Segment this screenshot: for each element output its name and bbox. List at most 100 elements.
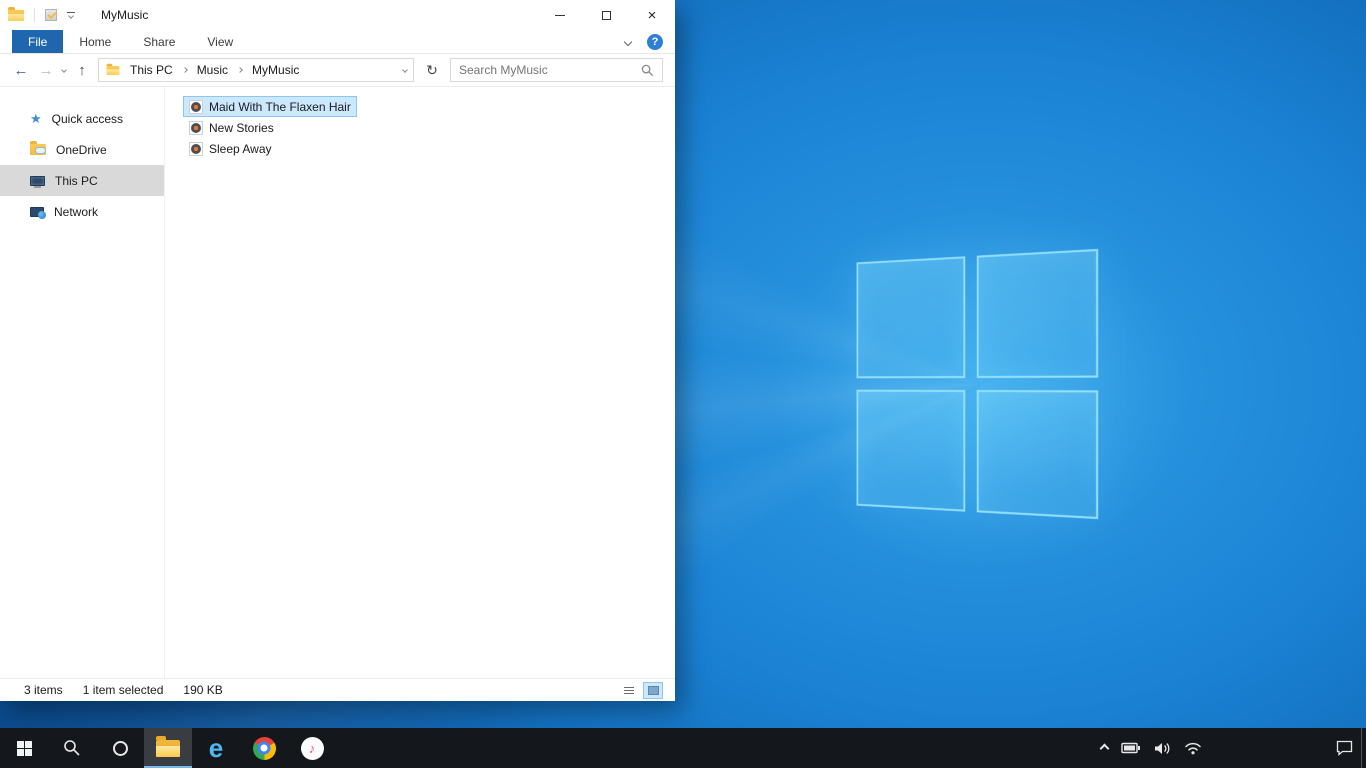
icons-view-icon [647, 685, 659, 695]
itunes-icon: ♪ [300, 736, 324, 760]
windows-logo-pane [976, 248, 1099, 378]
audio-file-icon [189, 120, 203, 135]
file-name: Maid With The Flaxen Hair [209, 99, 351, 114]
sidebar-item-label: OneDrive [56, 142, 107, 157]
toolbar-separator [34, 8, 35, 22]
back-button[interactable]: ← [12, 63, 30, 78]
window-title: MyMusic [101, 8, 149, 22]
network-wifi-icon[interactable] [1184, 742, 1202, 755]
action-center-icon[interactable] [1336, 740, 1353, 756]
close-icon: × [647, 6, 657, 24]
status-bar: 3 items 1 item selected 190 KB [0, 678, 675, 701]
taskbar-chrome-button[interactable] [240, 728, 288, 768]
sidebar-item-quick-access[interactable]: ★ Quick access [0, 103, 164, 134]
onedrive-icon [30, 141, 46, 155]
tab-file[interactable]: File [12, 30, 64, 53]
up-button[interactable]: ↑ [73, 63, 91, 78]
address-folder-icon [106, 63, 120, 75]
minimize-ribbon-chevron-icon[interactable] [623, 37, 633, 46]
tab-share[interactable]: Share [127, 30, 191, 53]
forward-button[interactable]: → [37, 63, 55, 78]
status-size: 190 KB [183, 683, 223, 697]
title-bar[interactable]: MyMusic × [0, 0, 675, 30]
status-item-count: 3 items [24, 683, 63, 697]
file-list[interactable]: Maid With The Flaxen Hair New Stories Sl… [165, 87, 675, 678]
explorer-main: ★ Quick access OneDrive This PC Network … [0, 87, 675, 678]
file-item[interactable]: Sleep Away [183, 138, 278, 159]
ribbon-tab-bar: File Home Share View ? [0, 30, 675, 54]
file-explorer-icon [156, 735, 180, 757]
address-bar-row: ← → ↑ This PC Music MyMusic ↻ [0, 54, 675, 87]
audio-file-icon [189, 141, 203, 156]
close-button[interactable]: × [629, 0, 675, 30]
view-switcher [619, 681, 663, 699]
file-explorer-window: MyMusic × File Home Share View ? ← → ↑ T… [0, 0, 675, 701]
sidebar-item-onedrive[interactable]: OneDrive [0, 134, 164, 165]
show-desktop-button[interactable] [1361, 728, 1366, 768]
breadcrumb-music[interactable]: Music [190, 63, 235, 77]
quick-access-star-icon: ★ [30, 111, 42, 126]
taskbar-edge-button[interactable]: e [192, 728, 240, 768]
file-item[interactable]: New Stories [183, 117, 280, 138]
file-name: Sleep Away [209, 141, 272, 156]
search-box[interactable] [450, 58, 663, 82]
volume-icon[interactable] [1154, 742, 1171, 755]
details-view-button[interactable] [619, 682, 639, 699]
taskbar-itunes-button[interactable]: ♪ [288, 728, 336, 768]
taskbar-file-explorer-button[interactable] [144, 728, 192, 768]
refresh-button[interactable]: ↻ [421, 62, 443, 79]
windows-logo-pane [976, 390, 1099, 520]
cortana-button[interactable] [96, 728, 144, 768]
sidebar-item-network[interactable]: Network [0, 196, 164, 227]
recent-locations-chevron-icon[interactable] [61, 67, 67, 73]
window-controls: × [537, 0, 675, 30]
tab-home[interactable]: Home [63, 30, 127, 53]
sidebar-item-label: This PC [55, 173, 98, 188]
sidebar-item-label: Quick access [51, 111, 124, 126]
system-tray [1099, 728, 1361, 768]
minimize-icon [555, 14, 565, 16]
this-pc-icon [30, 175, 45, 188]
chrome-icon [252, 736, 276, 760]
tab-view[interactable]: View [191, 30, 249, 53]
maximize-icon [601, 10, 611, 20]
help-button[interactable]: ? [647, 33, 663, 50]
breadcrumb-mymusic[interactable]: MyMusic [245, 63, 306, 77]
window-folder-icon [8, 6, 24, 21]
start-button[interactable] [0, 728, 48, 768]
customize-toolbar-chevron-icon[interactable] [67, 12, 75, 19]
icons-view-button[interactable] [643, 681, 663, 699]
navigation-pane: ★ Quick access OneDrive This PC Network [0, 87, 165, 678]
file-name: New Stories [209, 120, 274, 135]
windows-logo [856, 248, 1099, 520]
taskbar-search-button[interactable] [48, 728, 96, 768]
battery-icon[interactable] [1121, 742, 1141, 754]
windows-start-icon [16, 740, 32, 756]
minimize-button[interactable] [537, 0, 583, 30]
taskbar: e ♪ [0, 728, 1366, 768]
maximize-button[interactable] [583, 0, 629, 30]
search-input[interactable] [459, 63, 641, 77]
file-item-selected[interactable]: Maid With The Flaxen Hair [183, 96, 357, 117]
search-icon [64, 740, 80, 756]
search-icon[interactable] [641, 64, 654, 77]
windows-logo-pane [856, 389, 966, 512]
cortana-icon [112, 740, 128, 756]
breadcrumb-separator-icon[interactable] [181, 67, 188, 73]
status-selection: 1 item selected [82, 683, 164, 697]
network-icon [30, 206, 46, 219]
address-bar[interactable]: This PC Music MyMusic [98, 58, 414, 82]
properties-icon[interactable] [45, 9, 57, 21]
details-view-icon [624, 686, 634, 694]
breadcrumb-separator-icon[interactable] [237, 67, 243, 73]
windows-logo-pane [856, 256, 966, 379]
sidebar-item-label: Network [54, 204, 99, 219]
audio-file-icon [189, 99, 203, 114]
quick-access-toolbar [8, 6, 75, 22]
ribbon-right-controls: ? [623, 30, 675, 53]
tray-expand-chevron-icon[interactable] [1099, 743, 1110, 753]
sidebar-item-this-pc[interactable]: This PC [0, 165, 164, 196]
breadcrumb-this-pc[interactable]: This PC [123, 63, 180, 77]
edge-icon: e [208, 733, 224, 763]
address-dropdown-chevron-icon[interactable] [402, 67, 408, 73]
